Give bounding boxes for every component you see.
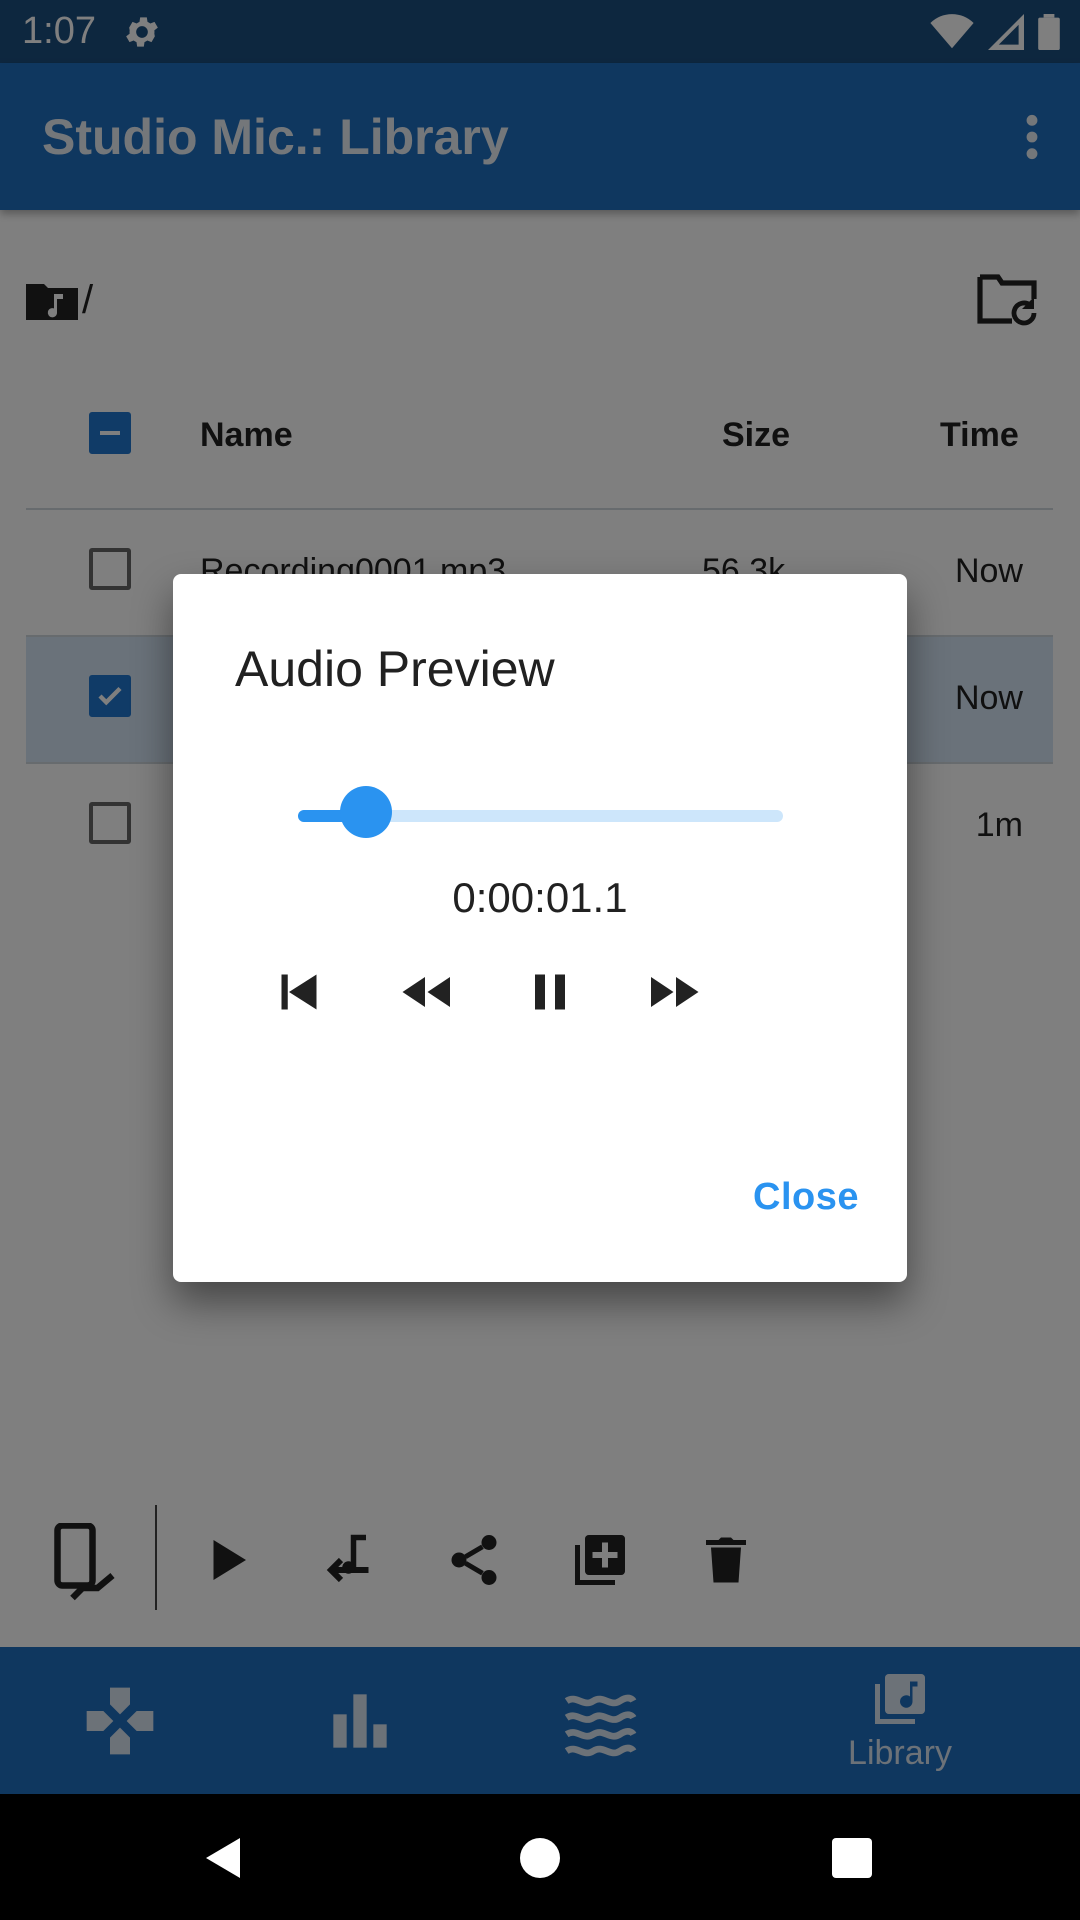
rewind-icon[interactable] — [395, 962, 455, 1022]
recents-icon[interactable] — [828, 1834, 876, 1882]
playback-position: 0:00:01.1 — [452, 874, 628, 921]
back-icon[interactable] — [200, 1834, 248, 1882]
home-icon[interactable] — [516, 1834, 564, 1882]
close-button[interactable]: Close — [753, 1176, 859, 1219]
skip-previous-icon[interactable] — [269, 962, 329, 1022]
fast-forward-icon[interactable] — [646, 962, 706, 1022]
dialog-title: Audio Preview — [235, 641, 555, 697]
system-navigation-bar — [0, 1794, 1080, 1920]
seek-thumb[interactable] — [339, 786, 392, 838]
pause-icon[interactable] — [520, 962, 580, 1022]
audio-preview-dialog: Audio Preview 0:00:01.1 Close — [173, 574, 907, 1282]
